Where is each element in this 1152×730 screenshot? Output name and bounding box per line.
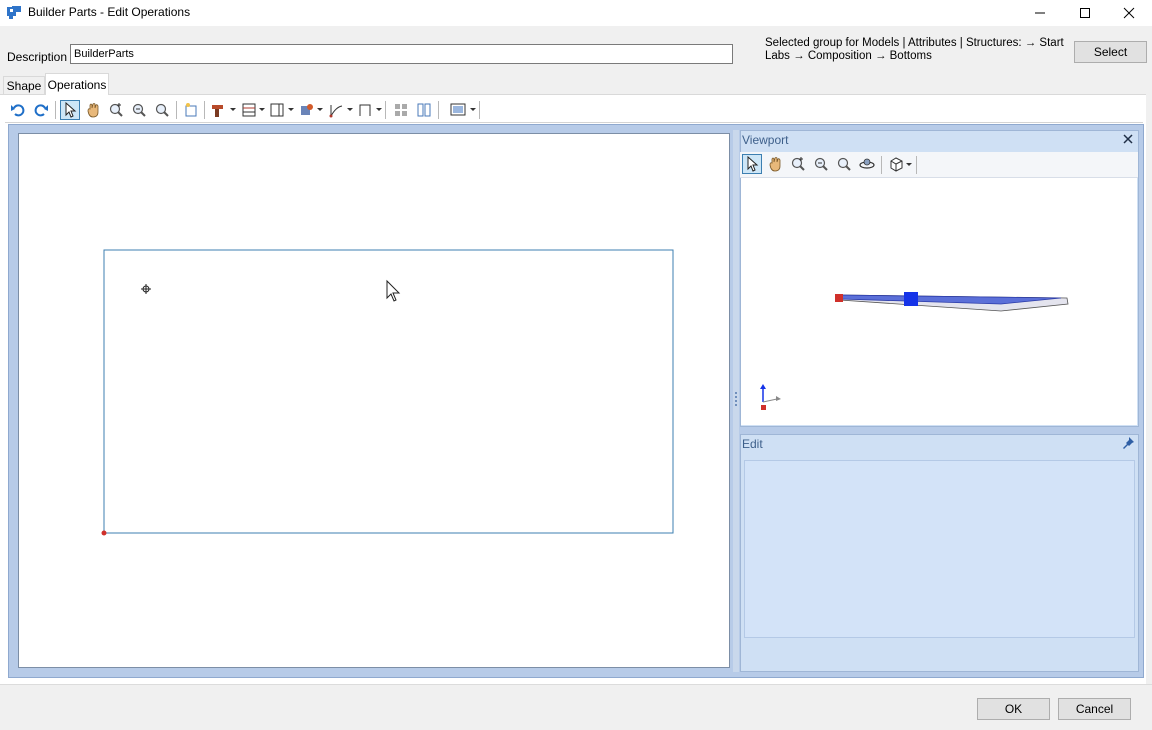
horizontal-splitter[interactable] — [930, 428, 950, 438]
viewport-zoom-fit-button[interactable] — [834, 154, 854, 174]
tab-shape[interactable]: Shape — [3, 76, 45, 94]
close-icon — [1123, 134, 1133, 144]
viewport-title: Viewport — [742, 133, 789, 147]
viewport-pan-button[interactable] — [765, 154, 785, 174]
minimize-button[interactable] — [1017, 0, 1063, 26]
drill-button[interactable] — [208, 100, 228, 120]
zoom-out-icon — [814, 157, 828, 171]
viewport-selected-marker — [904, 292, 918, 306]
pan-hand-icon — [87, 103, 99, 118]
columns-icon — [270, 103, 284, 117]
select-pointer-icon — [65, 102, 77, 118]
select-button[interactable]: Select — [1074, 41, 1147, 63]
tab-operations[interactable]: Operations — [45, 73, 109, 95]
zoom-out-button[interactable] — [129, 100, 149, 120]
main-toolbar — [5, 96, 1143, 123]
view-options-button[interactable] — [449, 100, 469, 120]
origin-point[interactable] — [101, 530, 107, 536]
zoom-out-icon — [132, 103, 146, 117]
undo-button[interactable] — [8, 100, 28, 120]
curve-icon — [329, 105, 343, 118]
edit-title: Edit — [742, 437, 763, 451]
description-input[interactable] — [70, 44, 733, 64]
zoom-in-button[interactable] — [106, 100, 126, 120]
zoom-fit-icon — [155, 103, 169, 117]
curve-button[interactable] — [326, 100, 346, 120]
redo-icon — [34, 104, 48, 117]
close-icon — [1123, 7, 1135, 19]
rows-icon — [242, 103, 256, 117]
rotate-icon — [859, 158, 875, 169]
selected-group-line2: Labs → Composition → Bottoms — [765, 50, 932, 62]
columns-button[interactable] — [267, 100, 287, 120]
vertical-splitter[interactable] — [733, 130, 739, 672]
bracket-button[interactable] — [355, 100, 375, 120]
crosshair-marker[interactable] — [141, 284, 151, 294]
drill-icon — [212, 105, 223, 117]
selected-group-line1: Selected group for Models | Attributes |… — [765, 37, 1064, 49]
view-options-icon — [450, 103, 466, 116]
tools-button[interactable] — [297, 100, 317, 120]
app-icon — [7, 6, 21, 19]
split-button[interactable] — [414, 100, 434, 120]
redo-button[interactable] — [31, 100, 51, 120]
viewport-select-button[interactable] — [742, 154, 762, 174]
zoom-fit-button[interactable] — [152, 100, 172, 120]
bottom-divider — [0, 684, 1152, 685]
description-label: Description — [7, 50, 68, 64]
viewport-cube-view-button[interactable] — [886, 154, 906, 174]
viewport-zoom-in-button[interactable] — [788, 154, 808, 174]
tools-icon — [301, 104, 313, 115]
pin-icon[interactable] — [1121, 436, 1135, 450]
viewport-3d-view[interactable] — [741, 178, 1137, 425]
window-title: Builder Parts - Edit Operations — [28, 5, 191, 19]
select-pointer-button[interactable] — [60, 100, 80, 120]
close-button[interactable] — [1106, 0, 1152, 26]
viewport-toolbar — [740, 152, 1138, 178]
grid-button[interactable] — [391, 100, 411, 120]
split-icon — [417, 103, 431, 117]
select-pointer-icon — [747, 156, 759, 172]
drawing-canvas[interactable] — [18, 133, 730, 668]
drawing-svg — [101, 249, 674, 536]
axis-triad-icon — [760, 384, 781, 410]
bracket-icon — [359, 104, 371, 116]
viewport-rotate-button[interactable] — [857, 154, 877, 174]
ok-button[interactable]: OK — [977, 698, 1050, 720]
zoom-in-icon — [109, 103, 123, 117]
maximize-button[interactable] — [1062, 0, 1108, 26]
selected-group-text: Selected group for Models | Attributes |… — [765, 37, 1070, 63]
zoom-fit-icon — [837, 157, 851, 171]
grid-icon — [395, 104, 407, 116]
minimize-icon — [1035, 12, 1045, 14]
viewport-zoom-out-button[interactable] — [811, 154, 831, 174]
viewport-origin-marker — [835, 294, 843, 302]
undo-icon — [11, 104, 25, 117]
zoom-in-icon — [791, 157, 805, 171]
cancel-button[interactable]: Cancel — [1058, 698, 1131, 720]
edit-content-area — [744, 460, 1135, 638]
viewport-close-button[interactable] — [1121, 131, 1135, 147]
cube-view-icon — [890, 157, 903, 172]
maximize-icon — [1080, 8, 1090, 18]
viewport-svg — [760, 292, 1069, 410]
pan-hand-button[interactable] — [83, 100, 103, 120]
mouse-cursor-icon — [386, 279, 401, 302]
new-point-button[interactable] — [181, 100, 201, 120]
pan-hand-icon — [769, 157, 781, 172]
new-point-icon — [185, 103, 197, 117]
rows-button[interactable] — [239, 100, 259, 120]
